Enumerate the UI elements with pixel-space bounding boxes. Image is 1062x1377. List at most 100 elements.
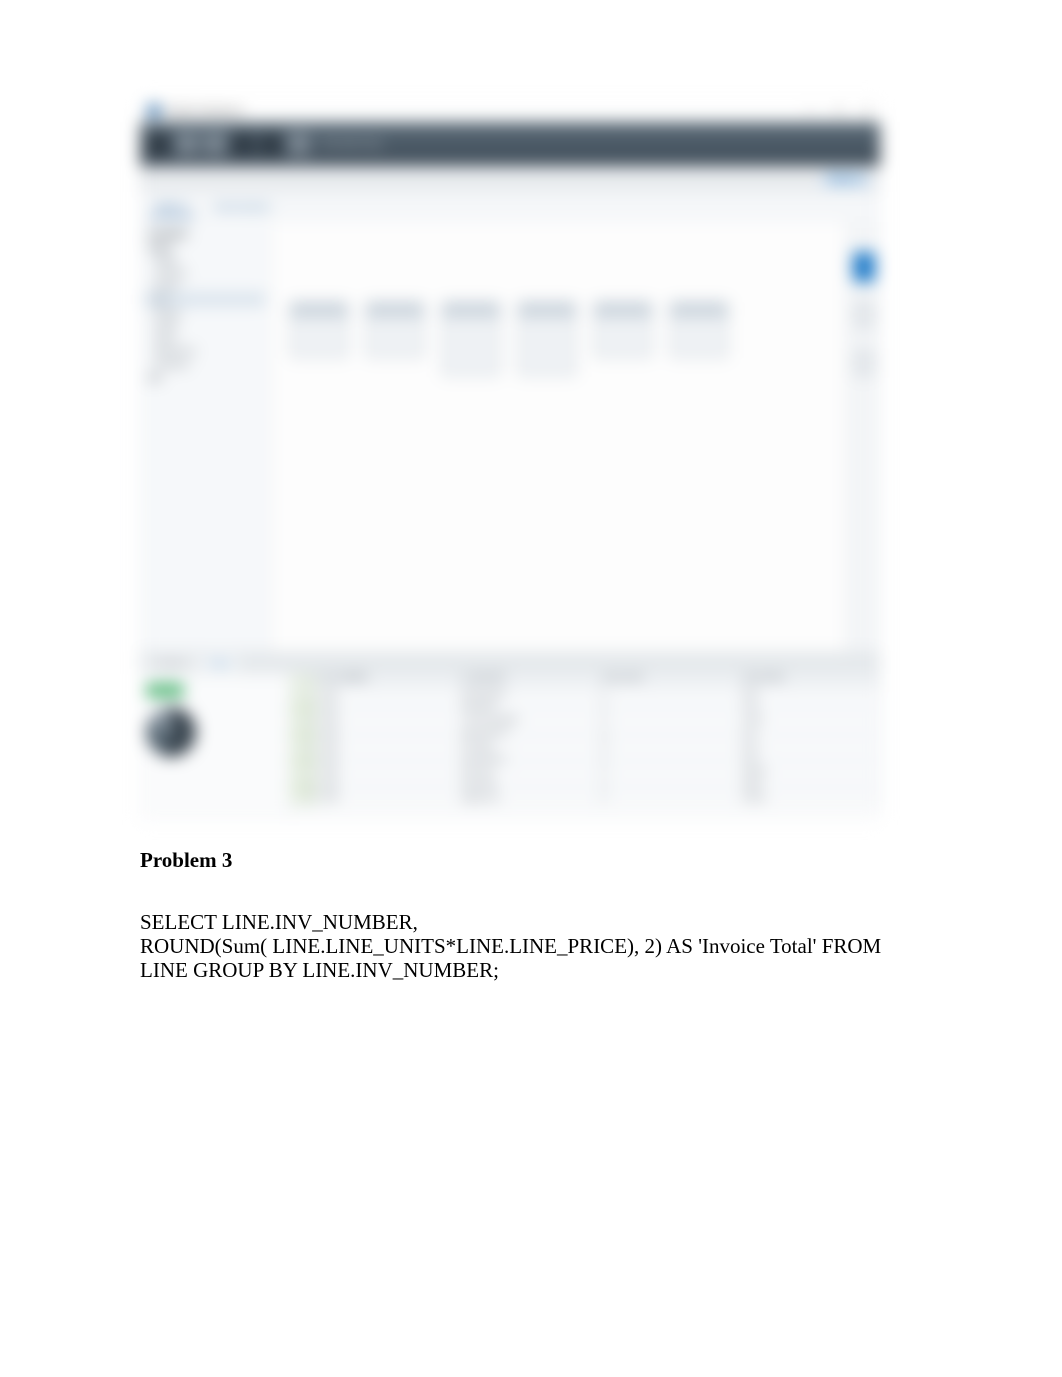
grid-row[interactable]: 41003Steel nails 1lb35.87 [290,729,880,742]
problem-heading: Problem 3 [140,848,922,873]
grid-row[interactable]: 310027.25-in saw blade114.99 [290,716,880,729]
grid-cell: Claw hammer [459,690,600,703]
toolbar-button[interactable] [176,133,198,155]
grid-cell: 7 [290,768,318,781]
editor-tab[interactable]: Administration [208,198,277,216]
window-titlebar: MySQL Workbench — ☐ ✕ [140,100,880,122]
grid-cell: 1004 [318,755,459,768]
app-screenshot: MySQL Workbench — ☐ ✕ File Edit View Obj… [140,100,880,820]
minimize-button[interactable]: — [806,106,816,116]
toolbar-button[interactable] [288,133,310,155]
sql-line: SELECT LINE.INV_NUMBER, [140,910,418,934]
grid-row[interactable]: 11001Claw hammer19.95 [290,690,880,703]
results-panel: Query # INV_NUMBER P_DESCRIPT LINE_UNITS… [140,674,880,820]
results-sidebar: Query [140,674,290,820]
bottom-tab[interactable]: Overview [148,657,193,670]
grid-row[interactable]: 81005Power drill138.95 [290,781,880,794]
tree-item[interactable]: line [144,293,265,306]
diagram-canvas[interactable] [270,222,846,652]
grid-cell: 4 [290,729,318,742]
tree-item[interactable]: Stored Proc [144,345,265,358]
grid-header-row: # INV_NUMBER P_DESCRIPT LINE_UNITS LINE_… [290,674,880,690]
tree-item[interactable]: Tables [144,254,265,267]
right-rail [846,222,880,652]
grid-cell: 3 [599,729,740,742]
sidebar-header: SCHEMAS [144,228,265,241]
tree-item[interactable]: Views [144,332,265,345]
grid-cell: 1 [290,690,318,703]
grid-cell: 256.99 [740,768,881,781]
rail-button[interactable] [853,348,875,378]
sql-line: ROUND(Sum( LINE.LINE_UNITS*LINE.LINE_PRI… [140,934,886,982]
toolbar-button[interactable] [232,133,254,155]
window-title: MySQL Workbench [166,106,244,116]
grid-cell: 1 [599,768,740,781]
grid-cell: 2 [290,703,318,716]
grid-cell: 14.99 [740,716,881,729]
grid-cell: 5 [599,742,740,755]
entity-box[interactable] [518,302,576,376]
editor-area [270,222,880,652]
rail-button[interactable] [853,300,875,330]
grid-cell: 9.95 [740,755,881,768]
grid-cell: PVC pipe [459,742,600,755]
sql-code-block: SELECT LINE.INV_NUMBER, ROUND(Sum( LINE.… [140,911,922,983]
grid-cell: 5 [290,742,318,755]
grid-cell: 9.95 [740,690,881,703]
grid-cell: 1006 [318,794,459,807]
grid-cell: 1005 [318,781,459,794]
bottom-tab-bar: Overview Output [140,652,880,674]
grid-cell: 38.95 [740,781,881,794]
tree-item[interactable]: saleco [144,241,265,254]
entity-box[interactable] [594,302,652,358]
toolbar-button[interactable] [148,133,170,155]
grid-row[interactable]: 61004Claw hammer29.95 [290,755,880,768]
menu-labels[interactable]: File Edit View [322,139,382,150]
grid-cell: 1002 [318,716,459,729]
rail-button[interactable] [853,252,875,282]
grid-cell: 7.25-in saw blade [459,716,600,729]
grid-row[interactable]: 91006Jigsaw 12in1109.92 [290,794,880,807]
grid-cell: 4.99 [740,703,881,716]
panel-badge[interactable]: Objects [821,172,870,187]
grid-row[interactable]: 51003PVC pipe58.45 [290,742,880,755]
document-page: MySQL Workbench — ☐ ✕ File Edit View Obj… [0,0,1062,983]
bottom-tab[interactable]: Output [201,657,237,670]
grid-cell: 1 [599,716,740,729]
entity-box[interactable] [290,302,348,358]
grid-cell: Power drill [459,781,600,794]
close-button[interactable]: ✕ [862,106,872,116]
grid-cell: 3 [290,716,318,729]
editor-tab[interactable]: Query 1 [150,197,194,217]
grid-row[interactable]: 71004Hicut saw1256.99 [290,768,880,781]
grid-cell: 109.92 [740,794,881,807]
grid-cell: 1003 [318,742,459,755]
toolbar-button[interactable] [204,133,226,155]
tree-item[interactable]: product [144,306,265,319]
toolbar-button[interactable] [260,133,282,155]
entity-box[interactable] [366,302,424,358]
maximize-button[interactable]: ☐ [834,106,844,116]
grid-cell: 2 [599,755,740,768]
entity-box[interactable] [442,302,500,376]
entity-box[interactable] [670,302,728,358]
grid-cell: 5.87 [740,729,881,742]
grid-cell: Steel nails 1lb [459,729,600,742]
grid-cell: Rat-tail file [459,703,600,716]
schema-sidebar: SCHEMAS saleco Tables customer invoice l… [140,222,270,652]
grid-cell: 1 [599,794,740,807]
tree-item[interactable]: Functions [144,358,265,371]
grid-header: # [290,674,318,690]
pie-chart-icon [146,707,196,757]
grid-cell: Jigsaw 12in [459,794,600,807]
tree-item[interactable]: sys [144,371,265,384]
grid-cell: 1004 [318,768,459,781]
tree-item[interactable]: customer [144,267,265,280]
grid-header: LINE_UNITS [599,674,740,690]
results-grid[interactable]: # INV_NUMBER P_DESCRIPT LINE_UNITS LINE_… [290,674,880,820]
grid-row[interactable]: 21001Rat-tail file24.99 [290,703,880,716]
grid-cell: 1003 [318,729,459,742]
tree-item[interactable]: vendor [144,319,265,332]
grid-header: INV_NUMBER [318,674,459,690]
tree-item[interactable]: invoice [144,280,265,293]
